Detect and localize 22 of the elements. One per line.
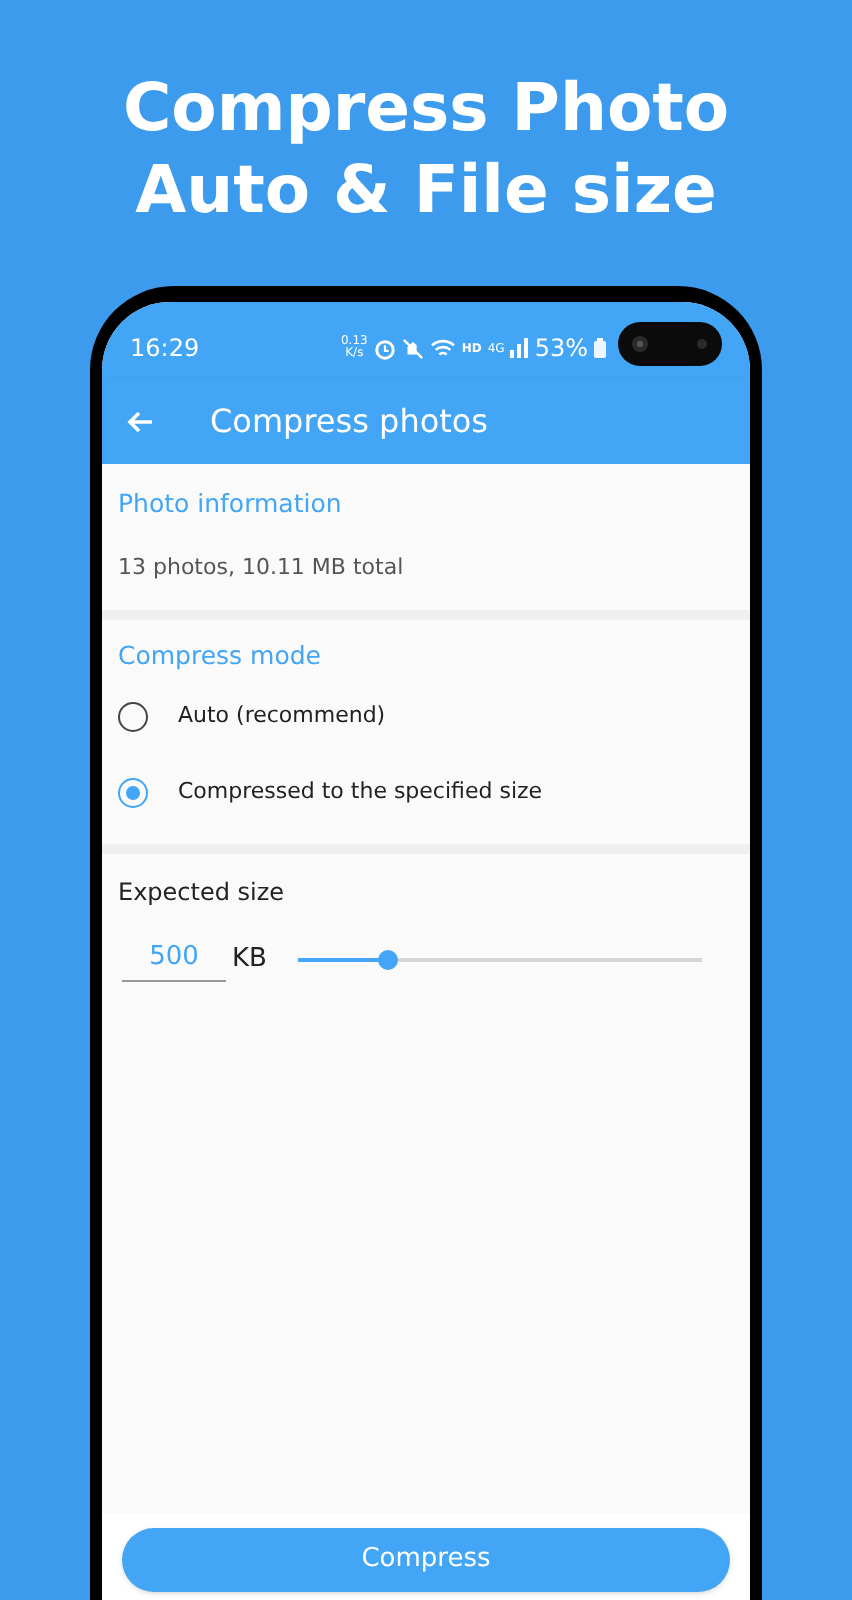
signal-icon [510, 338, 529, 358]
headline: Auto & File size [135, 148, 717, 230]
section-heading: Compress mode [118, 637, 323, 674]
mute-icon [401, 337, 424, 359]
option-label[interactable]: Compressed to the specified size [178, 776, 543, 810]
alarm-icon [373, 337, 396, 359]
battery-percent: 53% [534, 332, 588, 366]
wifi-icon [429, 337, 456, 359]
headline: Compress Photo [122, 66, 730, 148]
camera-cutout [618, 322, 722, 366]
size-slider[interactable] [298, 945, 703, 974]
radio-button[interactable] [118, 778, 148, 808]
battery-icon [594, 338, 606, 358]
radio-button[interactable] [118, 702, 148, 732]
screen-title: Compress photos [210, 400, 489, 444]
unit-label: KB [232, 942, 267, 978]
back-arrow-icon[interactable] [126, 410, 154, 434]
section-heading: Expected size [118, 875, 287, 909]
option-label[interactable]: Auto (recommend) [178, 700, 386, 734]
photo-summary: 13 photos, 10.11 MB total [118, 552, 406, 584]
status-time: 16:29 [130, 332, 200, 366]
section-heading: Photo information [118, 486, 344, 522]
